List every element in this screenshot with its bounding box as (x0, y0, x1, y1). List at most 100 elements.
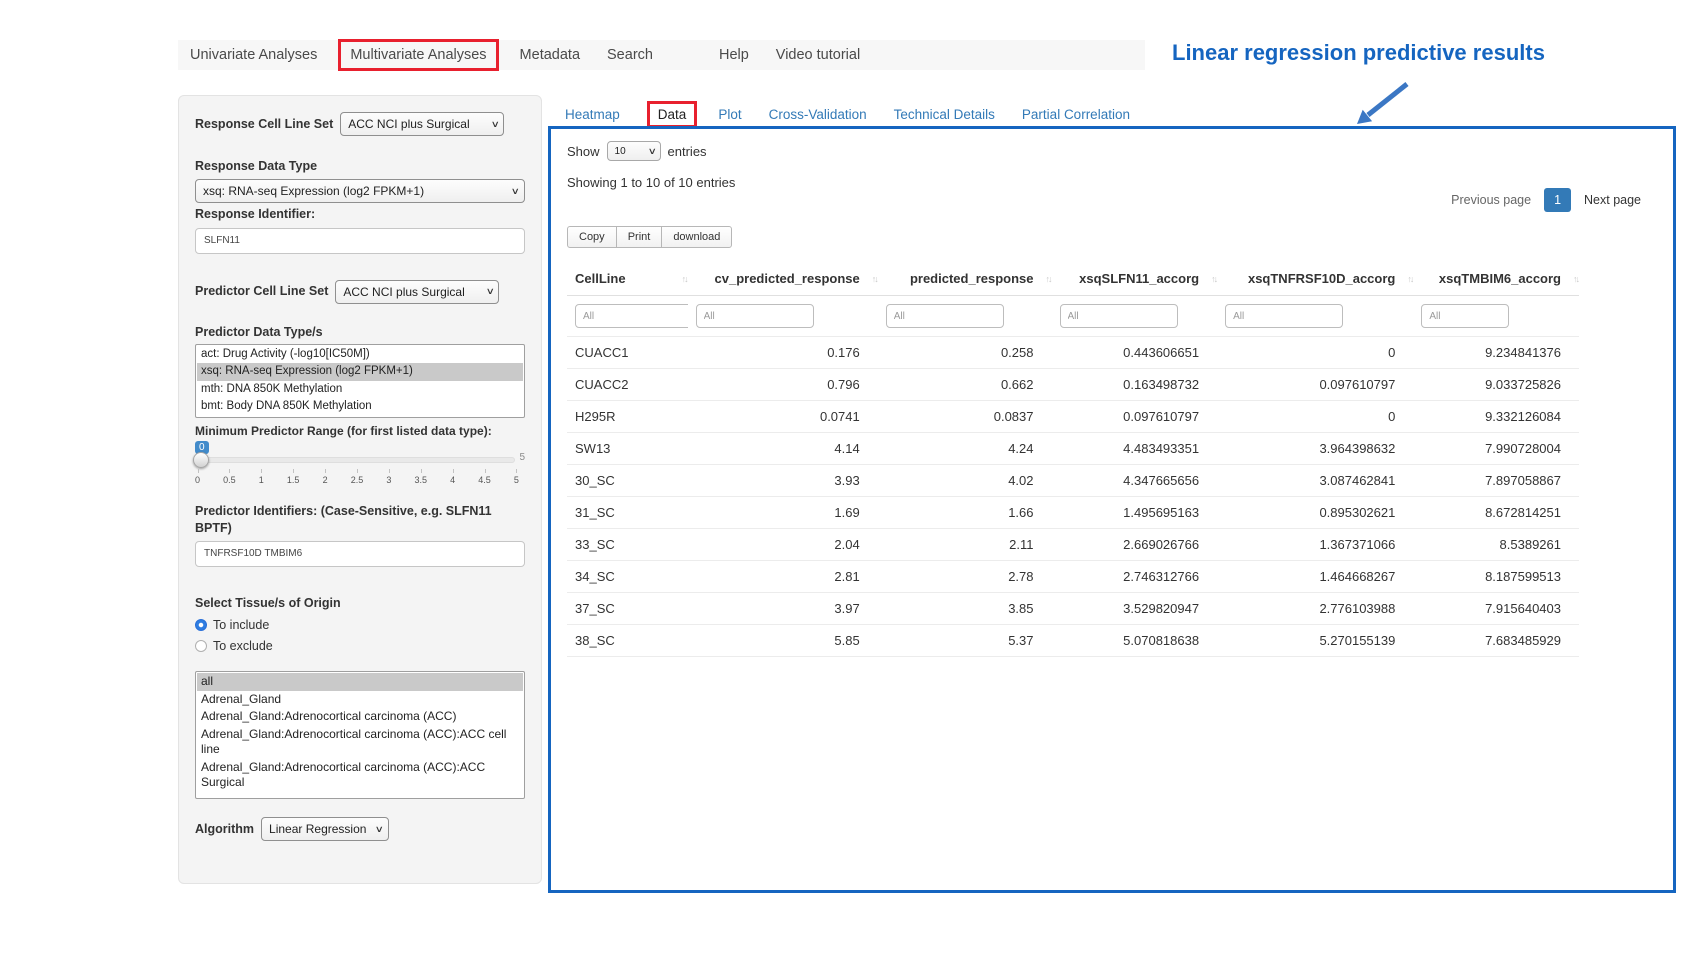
tab-technical-details[interactable]: Technical Details (894, 107, 995, 122)
cell-xsqslfn11-accorg: 2.746312766 (1052, 561, 1218, 593)
table-row: CUACC20.7960.6620.1634987320.0976107979.… (567, 369, 1579, 401)
column-label: cv_predicted_response (715, 271, 860, 286)
sort-icon: ↑↓ (1407, 274, 1412, 284)
cell-xsqtnfrsf10d-accorg: 5.270155139 (1217, 625, 1413, 657)
cell-xsqtmbim6-accorg: 8.5389261 (1413, 529, 1579, 561)
table-row: 30_SC3.934.024.3476656563.0874628417.897… (567, 465, 1579, 497)
predictor-identifiers-label: Predictor Identifiers: (Case-Sensitive, … (195, 503, 525, 536)
column-header-cv-predicted-response[interactable]: cv_predicted_response↑↓ (688, 262, 878, 296)
cellline-cell: 30_SC (567, 465, 688, 497)
cell-xsqtnfrsf10d-accorg: 0 (1217, 337, 1413, 369)
algorithm-field: Algorithm Linear Regression ∨ (195, 817, 525, 841)
tissue-option[interactable]: Adrenal_Gland:Adrenocortical carcinoma (… (197, 726, 523, 759)
cell-cv-predicted-response: 4.14 (688, 433, 878, 465)
entries-label: entries (668, 144, 707, 159)
predictor-cell-line-set-label: Predictor Cell Line Set (195, 283, 328, 299)
predictor-identifiers-input[interactable] (195, 541, 525, 567)
table-head: CellLine↑↓cv_predicted_response↑↓predict… (567, 262, 1579, 337)
cell-xsqslfn11-accorg: 0.097610797 (1052, 401, 1218, 433)
red-highlight-box: Data (647, 101, 698, 128)
filter-row (567, 296, 1579, 337)
tissue-exclude-radio[interactable]: To exclude (195, 639, 525, 653)
column-label: CellLine (575, 271, 626, 286)
tissue-include-radio[interactable]: To include (195, 618, 525, 632)
response-identifier-input[interactable] (195, 228, 525, 254)
tissue-option[interactable]: Adrenal_Gland:Adrenocortical carcinoma (… (197, 708, 523, 726)
copy-button[interactable]: Copy (567, 226, 617, 248)
table-row: SW134.144.244.4834933513.9643986327.9907… (567, 433, 1579, 465)
radio-selected-icon (195, 619, 207, 631)
nav-item-help[interactable]: Help (719, 47, 749, 63)
print-button[interactable]: Print (616, 226, 663, 248)
min-predictor-range-slider[interactable]: 0 5 00.511.522.533.544.55 (195, 443, 525, 493)
next-page-button[interactable]: Next page (1574, 187, 1651, 213)
filter-cell-xsqtmbim6-accorg (1413, 296, 1579, 337)
nav-item-search[interactable]: Search (607, 47, 653, 63)
cell-cv-predicted-response: 0.176 (688, 337, 878, 369)
predictor-type-option[interactable]: xsq: RNA-seq Expression (log2 FPKM+1) (197, 363, 523, 381)
cell-xsqslfn11-accorg: 0.163498732 (1052, 369, 1218, 401)
table-row: CUACC10.1760.2580.44360665109.234841376 (567, 337, 1579, 369)
radio-unselected-icon (195, 640, 207, 652)
filter-input-cv-predicted-response[interactable] (696, 304, 814, 328)
cellline-cell: SW13 (567, 433, 688, 465)
select-value: Linear Regression (269, 822, 366, 836)
filter-input-predicted-response[interactable] (886, 304, 1004, 328)
predictor-cell-line-set-select[interactable]: ACC NCI plus Surgical ∨ (335, 280, 499, 304)
page-number-button[interactable]: 1 (1544, 188, 1571, 212)
column-header-predicted-response[interactable]: predicted_response↑↓ (878, 262, 1052, 296)
predictor-type-option[interactable]: bmt: Body DNA 850K Methylation (197, 398, 523, 416)
column-header-cellline[interactable]: CellLine ↑↓ (567, 262, 688, 296)
slider-handle[interactable] (193, 452, 209, 468)
slider-track[interactable] (195, 457, 515, 463)
response-data-type-select[interactable]: xsq: RNA-seq Expression (log2 FPKM+1) ∨ (195, 179, 525, 203)
nav-item-univariate-analyses[interactable]: Univariate Analyses (190, 47, 317, 63)
algorithm-select[interactable]: Linear Regression ∨ (261, 817, 389, 841)
sort-icon: ↑↓ (682, 274, 687, 284)
tissue-option[interactable]: all (197, 673, 523, 691)
filter-input-xsqtnfrsf10d-accorg[interactable] (1225, 304, 1343, 328)
column-header-xsqslfn11-accorg[interactable]: xsqSLFN11_accorg↑↓ (1052, 262, 1218, 296)
nav-item-multivariate-analyses[interactable]: Multivariate Analyses (350, 47, 486, 63)
filter-input-xsqslfn11-accorg[interactable] (1060, 304, 1178, 328)
previous-page-button[interactable]: Previous page (1441, 187, 1541, 213)
tissue-option[interactable]: Adrenal_Gland (197, 691, 523, 709)
slider-tick-label: 0 (195, 475, 200, 485)
sort-icon: ↑↓ (1573, 274, 1578, 284)
tab-cross-validation[interactable]: Cross-Validation (769, 107, 867, 122)
response-identifier-label: Response Identifier: (195, 206, 525, 222)
column-header-xsqtmbim6-accorg[interactable]: xsqTMBIM6_accorg↑↓ (1413, 262, 1579, 296)
nav-item-wrap: Help (719, 47, 749, 63)
predictor-type-option[interactable]: act: Drug Activity (-log10[IC50M]) (197, 346, 523, 364)
column-label: xsqTNFRSF10D_accorg (1248, 271, 1395, 286)
nav-item-metadata[interactable]: Metadata (520, 47, 580, 63)
predictor-type-option[interactable]: mth: DNA 850K Methylation (197, 381, 523, 399)
tab-plot[interactable]: Plot (718, 107, 741, 122)
nav-item-video-tutorial[interactable]: Video tutorial (776, 47, 860, 63)
tab-partial-correlation[interactable]: Partial Correlation (1022, 107, 1130, 122)
table-row: 38_SC5.855.375.0708186385.2701551397.683… (567, 625, 1579, 657)
response-cell-line-set-select[interactable]: ACC NCI plus Surgical ∨ (340, 112, 504, 136)
annotation-arrow-icon (1345, 78, 1420, 130)
tab-heatmap[interactable]: Heatmap (565, 107, 620, 122)
show-entries-control: Show 10 ∨ entries (567, 141, 1657, 161)
page-length-select[interactable]: 10 ∨ (607, 141, 661, 161)
column-header-xsqtnfrsf10d-accorg[interactable]: xsqTNFRSF10D_accorg ↑↓ (1217, 262, 1413, 296)
filter-input-cellline[interactable] (575, 304, 688, 328)
select-value: xsq: RNA-seq Expression (log2 FPKM+1) (203, 184, 424, 198)
cellline-cell: H295R (567, 401, 688, 433)
table-row: 33_SC2.042.112.6690267661.3673710668.538… (567, 529, 1579, 561)
slider-tick-label: 0.5 (223, 475, 236, 485)
header-row: CellLine↑↓cv_predicted_response↑↓predict… (567, 262, 1579, 296)
cell-xsqslfn11-accorg: 1.495695163 (1052, 497, 1218, 529)
tab-data[interactable]: Data (658, 107, 687, 122)
cell-xsqtmbim6-accorg: 8.187599513 (1413, 561, 1579, 593)
tissue-option[interactable]: Adrenal_Gland:Adrenocortical carcinoma (… (197, 759, 523, 792)
filter-input-xsqtmbim6-accorg[interactable] (1421, 304, 1509, 328)
cell-predicted-response: 1.66 (878, 497, 1052, 529)
cell-xsqtmbim6-accorg: 9.033725826 (1413, 369, 1579, 401)
chevron-down-icon: ∨ (648, 146, 657, 157)
cell-xsqslfn11-accorg: 4.347665656 (1052, 465, 1218, 497)
cellline-cell: 34_SC (567, 561, 688, 593)
download-button[interactable]: download (661, 226, 732, 248)
